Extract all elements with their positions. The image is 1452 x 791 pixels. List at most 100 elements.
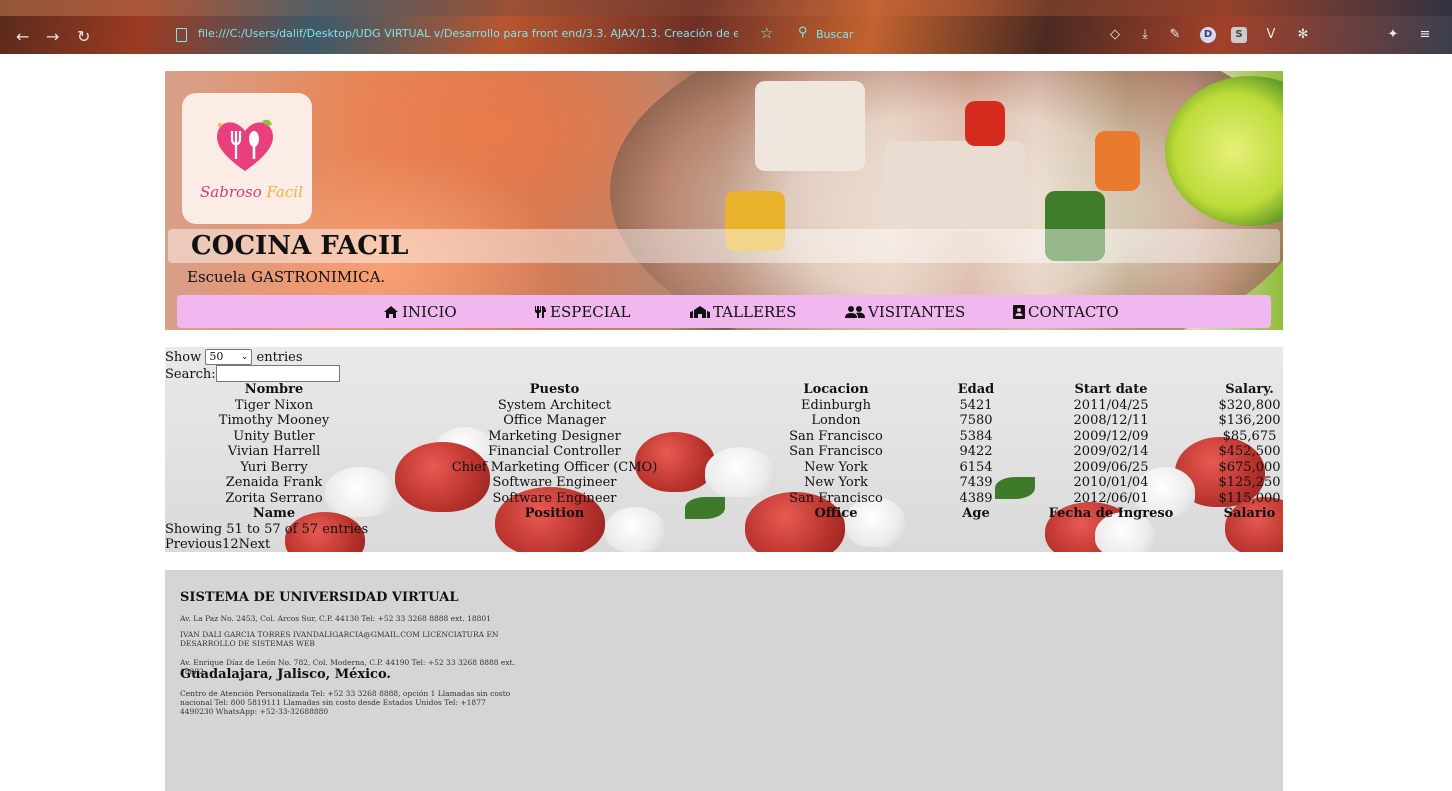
page-icon bbox=[176, 28, 187, 42]
cell-age: 7439 bbox=[959, 475, 993, 490]
column-footer-salary: Salario bbox=[1223, 506, 1276, 521]
users-icon bbox=[845, 306, 865, 318]
cell-salary: $320,800 bbox=[1218, 397, 1281, 413]
table-row: Yuri Berry Chief Marketing Officer (CMO) N… bbox=[165, 460, 1283, 476]
cell-name: Tiger Nixon bbox=[234, 397, 314, 413]
table-row: Unity Butler Marketing Designer San Franci… bbox=[165, 429, 1283, 445]
download-icon[interactable]: ⤓ bbox=[1137, 27, 1153, 43]
extension-v-icon[interactable]: V bbox=[1263, 27, 1279, 43]
footer-author: IVAN DALI GARCIA TORRES IVANDALIGARCIA@G… bbox=[180, 630, 499, 648]
cell-position: Software Engineer bbox=[492, 475, 617, 490]
cell-age: 9422 bbox=[959, 444, 993, 459]
column-header-salary[interactable]: Salary. bbox=[1216, 382, 1283, 398]
forward-icon[interactable]: → bbox=[46, 27, 59, 46]
main-nav: INICIO ESPECIAL TALLERES VISITANTES CONT… bbox=[177, 295, 1271, 328]
entries-label: entries bbox=[256, 350, 303, 365]
cell-salary: $85,675 bbox=[1222, 428, 1277, 444]
cell-name: Yuri Berry bbox=[240, 459, 308, 475]
address-bar-url: file:///C:/Users/dalif/Desktop/UDG VIRTU… bbox=[198, 27, 738, 40]
school-icon bbox=[690, 306, 710, 318]
table-row: Timothy Mooney Office Manager London 7580 20… bbox=[165, 413, 1283, 429]
cell-age: 5421 bbox=[959, 397, 993, 413]
footer-address-1: Av. La Paz No. 2453, Col. Arcos Sur, C.P… bbox=[180, 614, 491, 623]
search-label: Search: bbox=[165, 367, 216, 382]
cell-salary: $115,000 bbox=[1218, 490, 1281, 506]
cell-salary: $136,200 bbox=[1218, 413, 1281, 428]
back-icon[interactable]: ← bbox=[16, 27, 29, 46]
column-header-start-date[interactable]: Start date bbox=[1006, 382, 1216, 398]
header-banner: Sabroso Facil COCINA FACIL Escuela GASTR… bbox=[165, 71, 1283, 330]
pagination-next[interactable]: Next bbox=[239, 537, 271, 552]
column-footer-position: Position bbox=[524, 506, 585, 521]
entries-select[interactable]: 50 ⌄ bbox=[205, 349, 253, 365]
cell-salary: $675,000 bbox=[1218, 459, 1281, 475]
employees-table: Nombre Puesto Locacion Edad Start date S… bbox=[165, 382, 1283, 522]
site-logo[interactable]: Sabroso Facil bbox=[182, 93, 312, 224]
pagination-previous[interactable]: Previous bbox=[165, 537, 222, 552]
footer-title: SISTEMA DE UNIVERSIDAD VIRTUAL bbox=[180, 590, 459, 605]
column-footer-name: Name bbox=[252, 506, 296, 521]
pagination: Previous12Next bbox=[165, 537, 270, 552]
extensions-icon[interactable]: ✦ bbox=[1385, 27, 1401, 43]
nav-especial[interactable]: ESPECIAL bbox=[533, 303, 630, 321]
cell-office: San Francisco bbox=[789, 490, 883, 506]
heart-utensils-icon bbox=[217, 119, 273, 171]
column-footer-office: Office bbox=[814, 506, 858, 521]
table-row: Tiger Nixon System Architect Edinburgh 5421… bbox=[165, 398, 1283, 414]
nav-inicio[interactable]: INICIO bbox=[383, 303, 457, 321]
reload-icon[interactable]: ↻ bbox=[77, 27, 90, 46]
nav-contacto[interactable]: CONTACTO bbox=[1013, 303, 1119, 321]
cell-office: San Francisco bbox=[789, 444, 883, 459]
cell-start-date: 2012/06/01 bbox=[1073, 490, 1149, 506]
extension-s-icon[interactable]: S bbox=[1231, 27, 1247, 43]
cell-start-date: 2010/01/04 bbox=[1073, 475, 1149, 490]
cell-position: System Architect bbox=[497, 397, 612, 413]
cell-name: Timothy Mooney bbox=[218, 413, 330, 428]
column-footer-start-date: Fecha de Ingreso bbox=[1048, 506, 1174, 521]
table-info: Showing 51 to 57 of 57 entries bbox=[165, 522, 369, 537]
cell-name: Vivian Harrell bbox=[227, 444, 321, 459]
footer-city: Guadalajara, Jalisco, México. bbox=[180, 667, 391, 682]
column-header-edad[interactable]: Edad bbox=[946, 382, 1006, 398]
extension-gear-icon[interactable]: ✻ bbox=[1295, 27, 1311, 43]
wrench-icon[interactable]: ✎ bbox=[1167, 27, 1183, 43]
cell-age: 7580 bbox=[959, 413, 993, 428]
cell-start-date: 2009/02/14 bbox=[1073, 444, 1149, 459]
cell-start-date: 2011/04/25 bbox=[1073, 397, 1149, 413]
cell-position: Office Manager bbox=[503, 413, 606, 428]
page-footer: SISTEMA DE UNIVERSIDAD VIRTUAL Av. La Pa… bbox=[165, 570, 1283, 791]
column-header-locacion[interactable]: Locacion bbox=[726, 382, 946, 398]
length-control: Show 50 ⌄ entries bbox=[165, 349, 303, 365]
table-footer-row: Name Position Office Age Fecha de Ingres… bbox=[165, 506, 1283, 522]
browser-toolbar: ← → ↻ file:///C:/Users/dalif/Desktop/UDG… bbox=[0, 0, 1452, 54]
search-icon: ⚲ bbox=[798, 25, 808, 40]
cell-office: San Francisco bbox=[789, 428, 883, 444]
cell-salary: $125,250 bbox=[1218, 475, 1281, 490]
site-title: COCINA FACIL bbox=[191, 231, 409, 261]
logo-text: Sabroso Facil bbox=[200, 183, 303, 201]
pagination-page-2[interactable]: 2 bbox=[230, 537, 238, 552]
cell-position: Marketing Designer bbox=[488, 428, 621, 444]
menu-icon[interactable]: ≡ bbox=[1417, 27, 1433, 43]
column-header-nombre[interactable]: Nombre bbox=[165, 382, 383, 398]
column-header-puesto[interactable]: Puesto bbox=[383, 382, 726, 398]
address-bar[interactable]: file:///C:/Users/dalif/Desktop/UDG VIRTU… bbox=[162, 22, 782, 48]
cell-age: 6154 bbox=[959, 459, 993, 475]
cell-name: Unity Butler bbox=[233, 428, 315, 444]
extension-d-icon[interactable]: D bbox=[1200, 27, 1216, 43]
contact-book-icon bbox=[1013, 305, 1025, 319]
cell-position: Financial Controller bbox=[488, 444, 621, 459]
cell-office: London bbox=[811, 413, 861, 428]
browser-tab-strip bbox=[0, 0, 1452, 16]
table-header-row: Nombre Puesto Locacion Edad Start date S… bbox=[165, 382, 1283, 398]
utensils-icon bbox=[535, 306, 546, 318]
nav-talleres[interactable]: TALLERES bbox=[690, 303, 796, 321]
cell-start-date: 2009/06/25 bbox=[1073, 459, 1149, 475]
nav-visitantes[interactable]: VISITANTES bbox=[845, 303, 965, 321]
search-input[interactable] bbox=[215, 365, 340, 382]
cell-position: Software Engineer bbox=[492, 490, 617, 506]
search-bar[interactable]: ⚲ Buscar bbox=[790, 22, 1100, 48]
search-control: Search: bbox=[165, 365, 340, 382]
pocket-icon[interactable]: ◇ bbox=[1107, 27, 1123, 43]
bookmark-star-icon[interactable]: ☆ bbox=[760, 24, 773, 42]
